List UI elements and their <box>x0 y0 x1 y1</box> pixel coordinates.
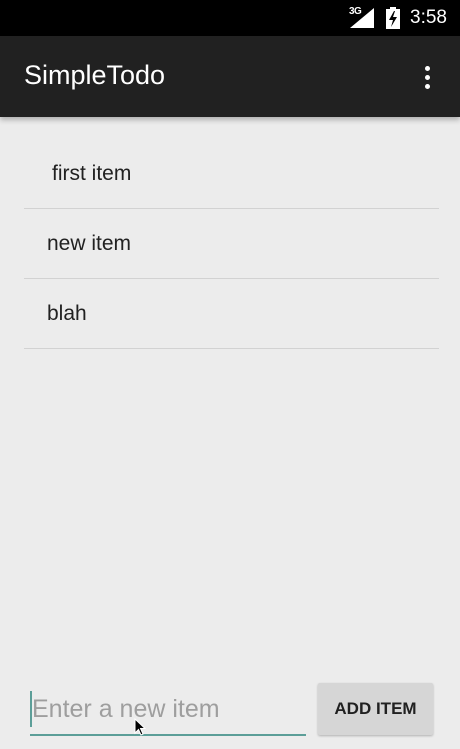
new-item-input[interactable]: Enter a new item <box>30 688 306 736</box>
status-bar: 3G 3:58 <box>0 0 460 36</box>
list-item[interactable]: blah <box>24 279 439 349</box>
list-item-label: blah <box>47 301 87 325</box>
overflow-menu-icon <box>424 65 430 89</box>
mouse-cursor-icon <box>134 718 146 736</box>
battery-charging-icon <box>386 7 400 29</box>
list-item[interactable]: first item <box>24 139 439 209</box>
list-item-label: first item <box>52 161 132 185</box>
status-clock: 3:58 <box>410 7 447 28</box>
action-bar: SimpleTodo <box>0 36 460 117</box>
todo-list[interactable]: first item new item blah <box>24 139 439 349</box>
list-item-label: new item <box>47 231 132 255</box>
new-item-placeholder: Enter a new item <box>32 695 220 723</box>
app-screen: 3G 3:58 SimpleTodo first item new item b… <box>0 0 460 749</box>
list-item[interactable]: new item <box>24 209 439 279</box>
signal-icon <box>350 8 374 28</box>
app-title: SimpleTodo <box>24 60 166 90</box>
overflow-menu-button[interactable] <box>412 60 442 94</box>
add-item-button[interactable]: ADD ITEM <box>318 683 433 735</box>
